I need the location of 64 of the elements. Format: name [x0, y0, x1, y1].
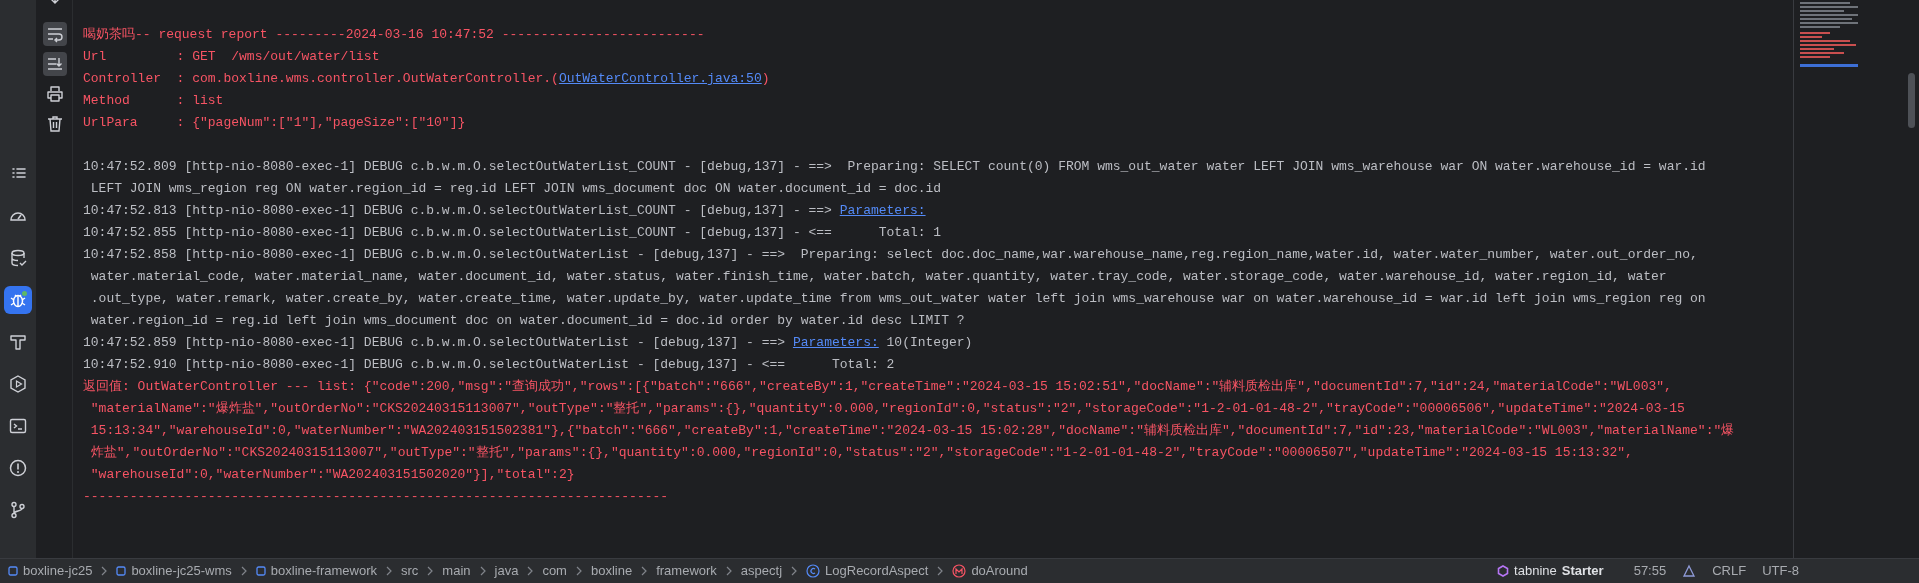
- log-line: 10:47:52.858 [http-nio-8080-exec-1] DEBUG c.b.w.m.O.selectOutWaterList - [debug,137] - ==> Preparing: select doc.doc_name,war.warehouse_name,reg.region_name,water.id, water.water_number, water.out_order_no,: [83, 247, 1698, 262]
- line-separator[interactable]: CRLF: [1712, 561, 1747, 581]
- breadcrumb-item[interactable]: framework: [656, 561, 717, 581]
- chevron-icon: [426, 566, 435, 576]
- soft-wrap-icon[interactable]: [42, 22, 67, 46]
- chevron-icon: [936, 566, 945, 576]
- chevron-icon: [100, 566, 109, 576]
- log-line: Url : GET /wms/out/water/list: [83, 49, 380, 64]
- source-link[interactable]: OutWaterController.java:50: [558, 71, 762, 86]
- breadcrumb-item[interactable]: LogRecordAspect: [806, 561, 929, 581]
- chevron-icon: [574, 566, 583, 576]
- log-line: Method : list: [83, 93, 224, 108]
- chevron-icon: [724, 566, 733, 576]
- log-line: 喝奶茶吗-- request report ---------2024-03-16 10:47:52 --------------------------: [83, 27, 705, 42]
- breadcrumb-item[interactable]: doAround: [952, 561, 1028, 581]
- log-line: 10:47:52.859 [http-nio-8080-exec-1] DEBUG c.b.w.m.O.selectOutWaterList - [debug,137] - ==>: [83, 335, 787, 350]
- chevron-icon: [478, 566, 487, 576]
- log-line: 返回值: OutWaterController --- list: {"code":200,"msg":"查询成功","rows":[{"batch":"666","createBy":1,"createTime":"2024-03-15 15:02:51","docName":"辅料质检出库","documentId":7,"id":24,"materialCode":"WL003",: [83, 379, 1672, 394]
- chevron-icon: [239, 566, 248, 576]
- log-line: "materialName":"爆炸盐","outOrderNo":"CKS20240315113007","outType":"整托","params":{},"quantity":0.000,"regionId":0,"status":"2","storageCode":"1-2-01-01-48-2","trayCode":"00006506","updateTime":"2024-03-15: [89, 401, 1685, 416]
- chevron-icon: [526, 566, 535, 576]
- log-line: "warehouseId":0,"waterNumber":"WA202403151502020"}],"total":2}: [89, 467, 575, 482]
- log-line: 10:47:52.855 [http-nio-8080-exec-1] DEBUG c.b.w.m.O.selectOutWaterList_COUNT - [debug,137] - <== Total: 1: [83, 225, 942, 240]
- chevron-icon: [790, 566, 799, 576]
- log-line: .out_type, water.remark, water.create_by, water.create_time, water.update_by, water.update_time from wms_out_water water left join wms_warehouse war on water.warehouse_id = war.id left join wms_region reg on: [89, 291, 1706, 306]
- log-line: 10:47:52.813 [http-nio-8080-exec-1] DEBUG c.b.w.m.O.selectOutWaterList_COUNT - [debug,137] - ==>: [83, 203, 833, 218]
- log-line: 15:13:34","warehouseId":0,"waterNumber":"WA202403151502381"},{"batch":"666","createBy":1,"createTime":"2024-03-15 15:02:28","docName":"辅料质检出库","documentId":7,"id":23,"materialCode":"WL003","materialName":"爆: [89, 423, 1735, 438]
- breadcrumb-item[interactable]: boxline-jc25-wms: [116, 561, 232, 581]
- log-line: UrlPara : {"pageNum":["1"],"pageSize":["10"]}: [83, 115, 466, 130]
- chevron-icon: [640, 566, 649, 576]
- class-icon: [806, 564, 821, 578]
- log-line: 10:47:52.809 [http-nio-8080-exec-1] DEBUG c.b.w.m.O.selectOutWaterList_COUNT - [debug,137] - ==> Preparing: SELECT count(0) FROM wms_out_water water LEFT JOIN wms_warehouse war ON water.warehouse_id = war.id: [83, 159, 1706, 174]
- method-icon: [952, 564, 967, 578]
- log-line: ---------------------------------------------------------------------------: [83, 489, 669, 504]
- hexagon-icon: [1497, 565, 1510, 577]
- scrollbar-thumb[interactable]: [1908, 73, 1915, 128]
- log-line: LEFT JOIN wms_region reg ON water.region_id = reg.id LEFT JOIN wms_document doc ON water.document_id = doc.id: [89, 181, 942, 196]
- bug-icon[interactable]: [4, 286, 32, 314]
- breadcrumb-item[interactable]: boxline-framework: [255, 561, 377, 581]
- file-encoding[interactable]: UTF-8: [1762, 561, 1799, 581]
- triangle-icon[interactable]: [1682, 564, 1697, 578]
- breadcrumb-item[interactable]: java: [494, 561, 519, 581]
- log-line: 炸盐","outOrderNo":"CKS20240315113007","outType":"整托","params":{},"quantity":0.000,"regionId":0,"status":"2","storageCode":"1-2-01-01-48-2","trayCode":"00006507","updateTime":"2024-03-15 15:13:32",: [89, 445, 1633, 460]
- scroll-to-end-icon[interactable]: [42, 52, 67, 76]
- module-icon: [8, 566, 18, 576]
- module-icon: [116, 566, 127, 576]
- breadcrumb-item[interactable]: boxline: [590, 561, 633, 581]
- log-line: Controller : com.boxline.wms.controller.OutWaterController.(: [83, 71, 559, 86]
- log-line: 10:47:52.910 [http-nio-8080-exec-1] DEBUG c.b.w.m.O.selectOutWaterList - [debug,137] - <== Total: 2: [83, 357, 895, 372]
- module-icon: [255, 566, 266, 576]
- plugin-status[interactable]: tabnine Starter: [1497, 561, 1604, 581]
- log-line: ): [761, 71, 770, 86]
- log-line: water.region_id = reg.id left join wms_document doc on water.document_id = doc.id order by water.id desc LIMIT ?: [89, 313, 965, 328]
- breadcrumb-item[interactable]: main: [442, 561, 471, 581]
- caret-position[interactable]: 57:55: [1633, 561, 1667, 581]
- source-link[interactable]: Parameters:: [839, 203, 926, 218]
- breadcrumb-item[interactable]: src: [401, 561, 419, 581]
- source-link[interactable]: Parameters:: [792, 335, 879, 350]
- breadcrumb-item[interactable]: aspectj: [740, 561, 783, 581]
- chevron-icon: [385, 566, 393, 576]
- breadcrumb-item[interactable]: com: [542, 561, 567, 581]
- log-line: water.material_code, water.material_name, water.document_id, water.status, water.finish_time, water.batch, water.quantity, water.tray_code, water.storage_code, water.warehouse_id, water.region_id, water: [89, 269, 1667, 284]
- log-line: 10(Integer): [885, 335, 973, 350]
- breadcrumb-item[interactable]: boxline-jc25: [8, 561, 93, 581]
